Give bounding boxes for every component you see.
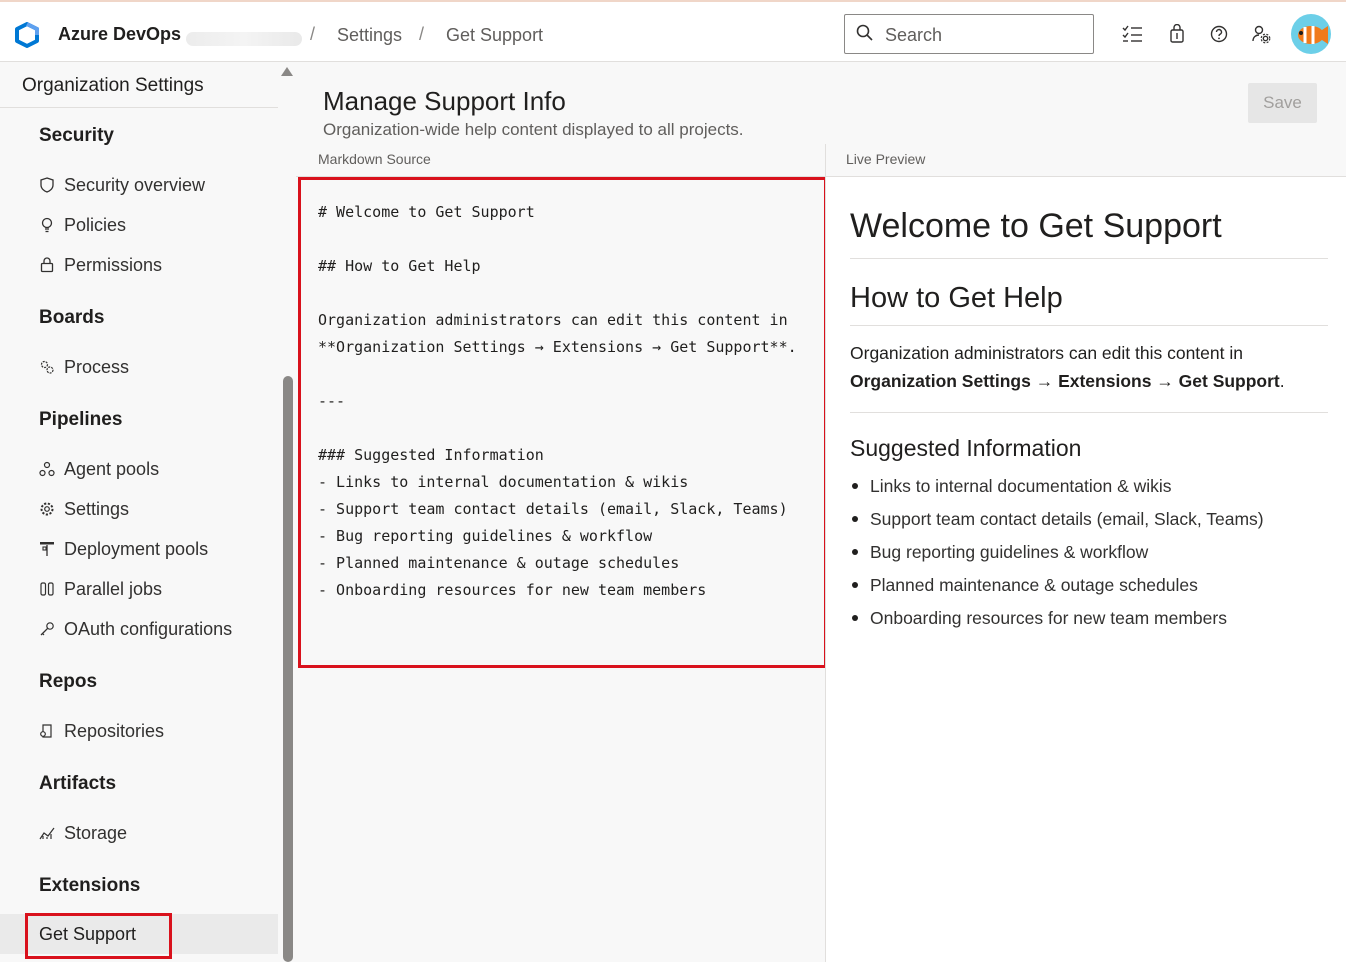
sidebar-title: Organization Settings	[22, 75, 204, 96]
sidebar-item-label: Repositories	[64, 720, 165, 741]
brand-name[interactable]: Azure DevOps	[58, 24, 181, 45]
top-bar: Azure DevOps / Settings / Get Support	[0, 0, 1346, 62]
search-icon	[856, 24, 874, 42]
sidebar-item-label: Permissions	[64, 254, 163, 275]
page-subtitle: Organization-wide help content displayed…	[323, 120, 744, 139]
lock-icon	[39, 257, 55, 273]
list-item: Bug reporting guidelines & workflow	[850, 540, 1264, 573]
sidebar-item-label: Storage	[64, 822, 128, 843]
sidebar-item-deployment-pools[interactable]: Deployment pools	[39, 537, 208, 561]
save-button[interactable]: Save	[1248, 83, 1317, 123]
breadcrumb-separator: /	[310, 24, 316, 44]
live-preview-pane: Welcome to Get Support How to Get Help O…	[826, 177, 1346, 962]
sidebar-item-settings[interactable]: Settings	[39, 497, 129, 521]
breadcrumb-get-support[interactable]: Get Support	[446, 25, 543, 46]
preview-divider	[850, 325, 1328, 326]
sidebar-item-agent-pools[interactable]: Agent pools	[39, 457, 159, 481]
sidebar-divider	[0, 107, 278, 108]
scrollbar-thumb[interactable]	[283, 376, 293, 962]
section-artifacts: Artifacts	[39, 773, 117, 794]
storage-chart-icon	[39, 825, 55, 841]
search-box[interactable]	[844, 14, 1094, 54]
highlight-box-markdown	[298, 177, 827, 668]
deployment-pools-icon	[39, 541, 55, 557]
azure-devops-logo-icon[interactable]	[14, 22, 40, 48]
preview-heading-1: Welcome to Get Support	[850, 207, 1222, 245]
user-avatar[interactable]	[1291, 14, 1331, 54]
sidebar-item-label: Parallel jobs	[64, 578, 163, 599]
repository-icon	[39, 723, 55, 739]
sidebar-item-oauth-configurations[interactable]: OAuth configurations	[39, 617, 232, 641]
agent-pools-icon	[39, 461, 55, 477]
preview-heading-2: How to Get Help	[850, 282, 1063, 314]
sidebar-item-parallel-jobs[interactable]: Parallel jobs	[39, 577, 162, 601]
section-security: Security	[39, 125, 114, 146]
sidebar-item-permissions[interactable]: Permissions	[39, 253, 162, 277]
sidebar-item-repositories[interactable]: Repositories	[39, 719, 164, 743]
breadcrumb-settings[interactable]: Settings	[337, 25, 402, 46]
gear-icon	[39, 501, 55, 517]
organization-name-redacted[interactable]	[186, 32, 302, 46]
process-gears-icon	[39, 359, 55, 375]
page-title: Manage Support Info	[323, 86, 566, 116]
sidebar-item-label: Security overview	[64, 174, 206, 195]
sidebar-item-label: Policies	[64, 214, 127, 235]
list-item: Planned maintenance & outage schedules	[850, 573, 1264, 606]
main-content: Manage Support Info Organization-wide he…	[296, 62, 1346, 962]
preview-horizontal-rule	[850, 412, 1328, 413]
breadcrumb-separator: /	[419, 24, 425, 44]
preview-paragraph-bold: Organization Settings → Extensions → Get…	[850, 371, 1280, 391]
task-list-icon[interactable]	[1120, 22, 1144, 46]
shield-icon	[39, 177, 55, 193]
search-input[interactable]	[885, 23, 1085, 47]
live-preview-label: Live Preview	[846, 151, 926, 167]
shopping-bag-icon[interactable]	[1165, 22, 1189, 46]
sidebar-item-storage[interactable]: Storage	[39, 821, 127, 845]
sidebar-item-security-overview[interactable]: Security overview	[39, 173, 205, 197]
preview-heading-3: Suggested Information	[850, 435, 1082, 461]
sidebar-item-label: Settings	[64, 498, 130, 519]
preview-paragraph-text: Organization administrators can edit thi…	[850, 343, 1243, 363]
sidebar-item-label: Deployment pools	[64, 538, 209, 559]
parallel-jobs-icon	[39, 581, 55, 597]
section-pipelines: Pipelines	[39, 409, 123, 430]
sidebar-item-label: Process	[64, 356, 130, 377]
preview-paragraph-end: .	[1279, 371, 1285, 391]
sidebar-item-label: OAuth configurations	[64, 618, 233, 639]
sidebar-item-label: Agent pools	[64, 458, 160, 479]
scroll-up-arrow-icon[interactable]	[281, 67, 293, 76]
lightbulb-icon	[39, 217, 55, 233]
list-item: Onboarding resources for new team member…	[850, 606, 1264, 639]
preview-divider	[850, 258, 1328, 259]
list-item: Links to internal documentation & wikis	[850, 474, 1264, 507]
preview-paragraph: Organization administrators can edit thi…	[850, 339, 1320, 395]
key-icon	[39, 621, 55, 637]
list-item: Support team contact details (email, Sla…	[850, 507, 1264, 540]
section-extensions: Extensions	[39, 875, 141, 896]
sidebar-item-policies[interactable]: Policies	[39, 213, 126, 237]
highlight-box-get-support	[25, 913, 172, 959]
section-boards: Boards	[39, 307, 105, 328]
help-icon[interactable]	[1207, 22, 1231, 46]
preview-bullet-list: Links to internal documentation & wikis …	[850, 474, 1264, 639]
user-settings-icon[interactable]	[1249, 22, 1273, 46]
markdown-source-label: Markdown Source	[318, 151, 431, 167]
settings-sidebar: Organization Settings Security Security …	[0, 62, 296, 962]
section-repos: Repos	[39, 671, 98, 692]
sidebar-item-process[interactable]: Process	[39, 355, 129, 379]
